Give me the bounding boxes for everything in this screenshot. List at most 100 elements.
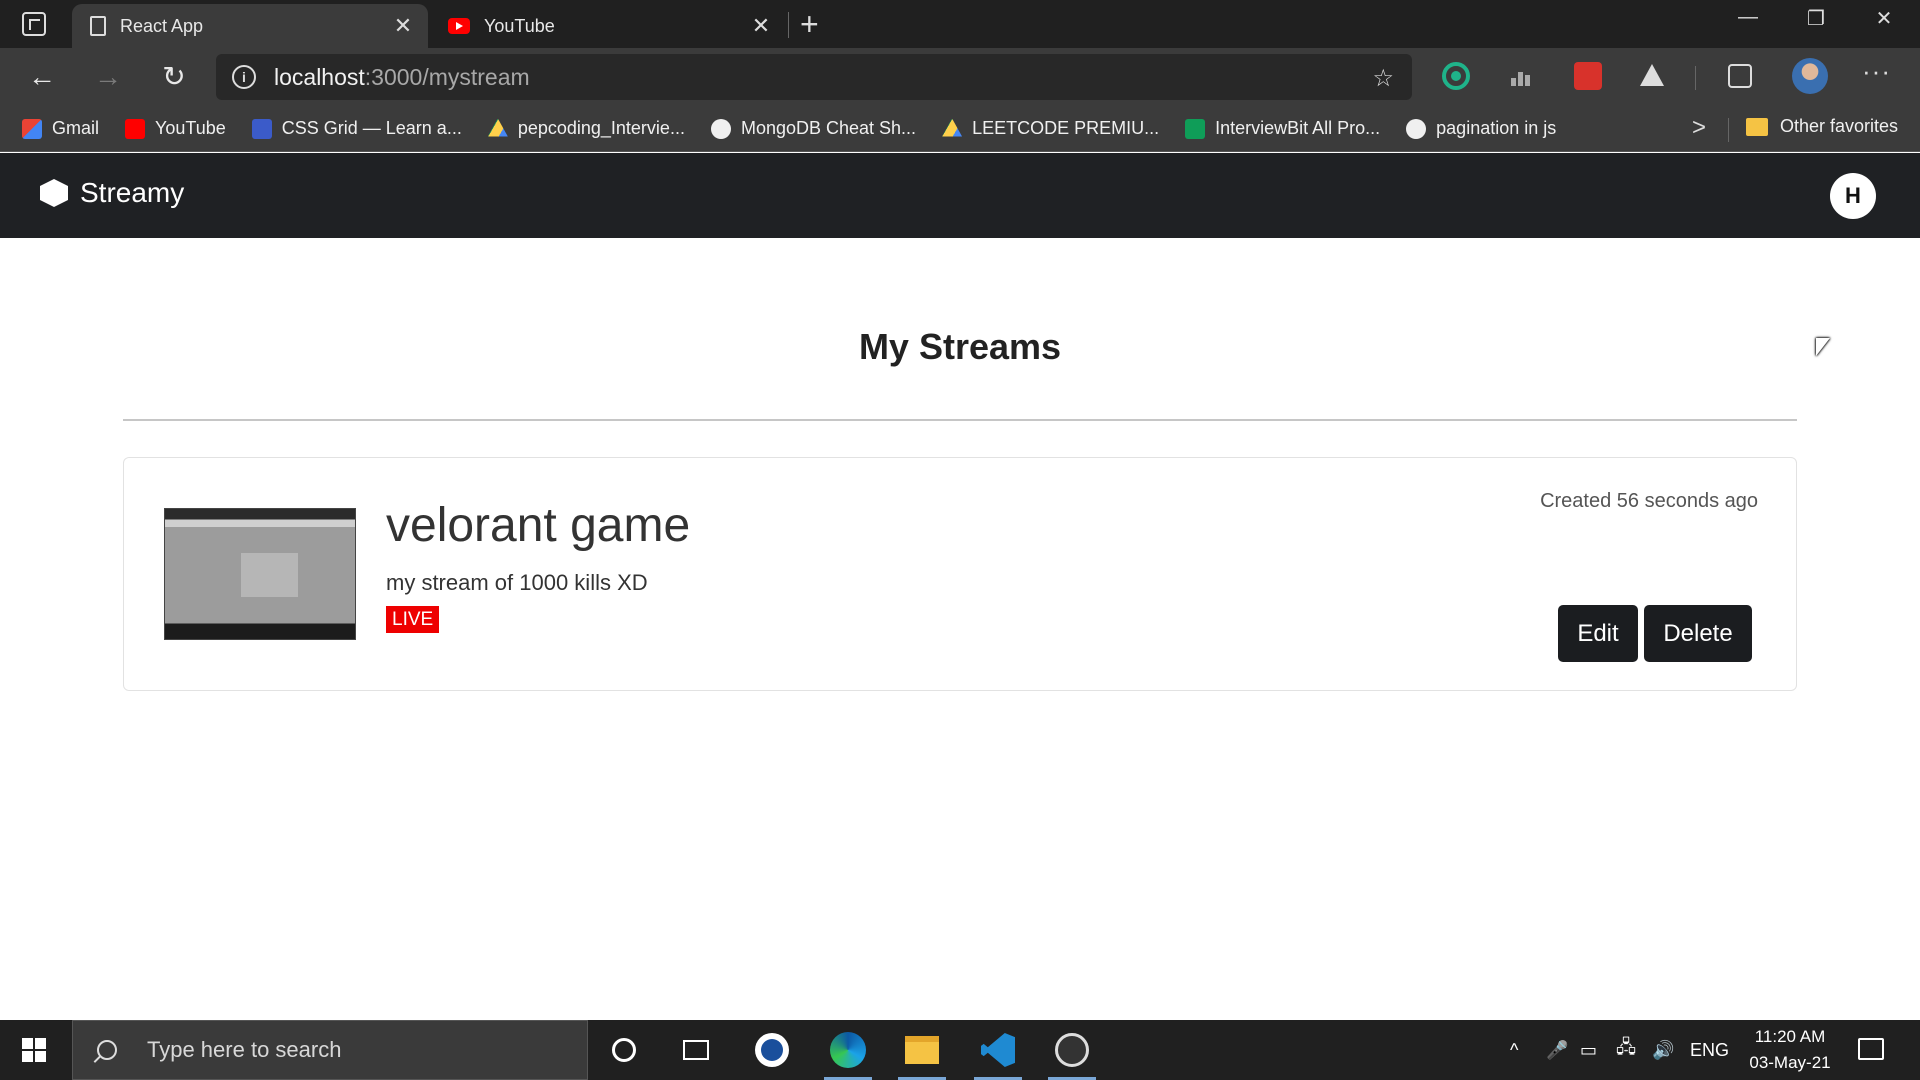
drive-icon [487, 118, 508, 137]
bookmark-pagination[interactable]: pagination in js [1406, 118, 1556, 139]
taskbar-search-box[interactable]: Type here to search [72, 1020, 588, 1080]
profile-avatar-icon[interactable] [1792, 58, 1828, 94]
app-ring-icon [755, 1033, 789, 1067]
stream-title[interactable]: velorant game [386, 498, 690, 553]
extension-green-ring-icon[interactable] [1442, 62, 1470, 90]
microphone-icon[interactable]: 🎤 [1546, 1020, 1568, 1080]
favorites-bar: Gmail YouTube CSS Grid — Learn a... pepc… [0, 106, 1920, 152]
network-icon[interactable]: 🖧 [1616, 1020, 1636, 1080]
drive-icon [942, 118, 963, 137]
add-favorite-icon[interactable]: ☆ [1372, 64, 1394, 93]
windows-start-icon[interactable] [22, 1038, 46, 1062]
edge-icon [830, 1032, 866, 1068]
taskbar-vscode[interactable] [968, 1020, 1028, 1080]
notifications-icon[interactable] [1858, 1038, 1884, 1060]
live-badge: LIVE [386, 606, 440, 633]
cube-icon [40, 179, 68, 207]
address-bar[interactable]: i localhost:3000/mystream ☆ [216, 54, 1412, 100]
browser-toolbar: ← → ↻ i localhost:3000/mystream ☆ ··· [0, 48, 1920, 106]
bookmark-gmail[interactable]: Gmail [22, 118, 99, 139]
bookmark-pepcoding[interactable]: pepcoding_Intervie... [487, 118, 685, 139]
bookmark-label: pepcoding_Intervie... [517, 118, 685, 138]
extension-red-icon[interactable] [1574, 62, 1602, 90]
url-path: :3000/mystream [364, 63, 530, 90]
page-title: My Streams [858, 326, 1062, 367]
taskbar: Type here to search ^ 🎤 ▭ 🖧 🔊 ENG 11:20 … [0, 1020, 1920, 1080]
forward-button[interactable]: → [88, 58, 128, 96]
url-text[interactable]: localhost:3000/mystream [274, 64, 530, 91]
bookmarks-overflow-chevron-icon[interactable]: > [1692, 114, 1706, 142]
other-favorites[interactable]: Other favorites [1746, 116, 1898, 137]
css-grid-icon [251, 118, 272, 139]
search-icon [97, 1040, 117, 1060]
cortana-button[interactable] [594, 1020, 654, 1080]
browser-tab-bar: React App ✕ YouTube ✕ + — ❐ ✕ [0, 0, 1920, 48]
brand-name: Streamy [80, 177, 185, 208]
page-icon [90, 16, 106, 36]
stream-thumbnail[interactable] [164, 508, 356, 640]
tab-actions-icon[interactable] [22, 12, 46, 36]
stream-created-time: Created 56 seconds ago [1540, 490, 1758, 512]
bookmarks-divider [1728, 118, 1729, 142]
taskbar-file-explorer[interactable] [892, 1020, 952, 1080]
app-navbar: Streamy H [0, 153, 1920, 238]
settings-more-button[interactable]: ··· [1862, 56, 1891, 87]
extension-chart-icon[interactable] [1508, 62, 1536, 90]
new-tab-button[interactable]: + [800, 6, 819, 43]
youtube-icon [125, 118, 146, 139]
reload-button[interactable]: ↻ [154, 58, 194, 96]
tab-react-app[interactable]: React App ✕ [72, 4, 428, 48]
bookmark-css-grid[interactable]: CSS Grid — Learn a... [251, 118, 462, 139]
restore-button[interactable]: ❐ [1782, 6, 1850, 31]
obs-icon [1055, 1033, 1089, 1067]
url-host: localhost [274, 63, 365, 90]
bookmark-label: LEETCODE PREMIU... [972, 118, 1160, 138]
battery-icon[interactable]: ▭ [1580, 1020, 1597, 1080]
close-tab-icon[interactable]: ✕ [750, 13, 772, 39]
close-window-button[interactable]: ✕ [1850, 6, 1918, 31]
clock-date: 03-May-21 [1749, 1053, 1831, 1072]
task-view-button[interactable] [666, 1020, 726, 1080]
edit-button[interactable]: Edit [1558, 605, 1638, 662]
collections-icon[interactable] [1728, 64, 1752, 88]
tab-divider [788, 12, 789, 38]
bookmark-interviewbit[interactable]: InterviewBit All Pro... [1185, 118, 1380, 139]
github-icon [710, 118, 731, 139]
minimize-button[interactable]: — [1714, 6, 1782, 29]
bookmark-mongodb[interactable]: MongoDB Cheat Sh... [710, 118, 916, 139]
taskbar-clock[interactable]: 11:20 AM 03-May-21 [1736, 1024, 1844, 1076]
taskbar-app-blue[interactable] [742, 1020, 802, 1080]
clock-time: 11:20 AM [1754, 1027, 1826, 1046]
sheets-icon [1185, 118, 1206, 139]
bookmark-label: Gmail [52, 118, 100, 138]
bookmark-youtube[interactable]: YouTube [125, 118, 226, 139]
delete-button[interactable]: Delete [1644, 605, 1752, 662]
back-button[interactable]: ← [22, 58, 62, 96]
taskbar-obs[interactable] [1042, 1020, 1102, 1080]
site-info-icon[interactable]: i [232, 65, 256, 89]
cortana-icon [612, 1038, 636, 1062]
taskbar-edge[interactable] [818, 1020, 878, 1080]
vscode-icon [981, 1033, 1015, 1067]
stream-card: velorant game my stream of 1000 kills XD… [123, 457, 1797, 691]
bookmark-label: YouTube [155, 118, 226, 138]
mouse-cursor-icon [1816, 338, 1830, 356]
bookmark-label: InterviewBit All Pro... [1215, 118, 1381, 138]
language-indicator[interactable]: ENG [1690, 1020, 1729, 1080]
bookmark-leetcode[interactable]: LEETCODE PREMIU... [942, 118, 1159, 139]
tray-overflow-chevron-icon[interactable]: ^ [1510, 1020, 1518, 1080]
youtube-icon [448, 18, 470, 34]
tab-youtube[interactable]: YouTube ✕ [430, 4, 786, 48]
divider [123, 419, 1797, 421]
user-avatar[interactable]: H [1830, 173, 1876, 219]
other-favorites-label: Other favorites [1780, 116, 1899, 136]
extension-triangle-icon[interactable] [1640, 64, 1664, 86]
search-placeholder: Type here to search [147, 1037, 342, 1062]
close-tab-icon[interactable]: ✕ [392, 13, 414, 39]
tab-title: React App [120, 15, 204, 36]
stream-description: my stream of 1000 kills XD [386, 570, 648, 595]
folder-icon [1746, 117, 1768, 136]
file-explorer-icon [905, 1036, 939, 1064]
brand-link[interactable]: Streamy [40, 177, 184, 209]
volume-icon[interactable]: 🔊 [1652, 1020, 1674, 1080]
